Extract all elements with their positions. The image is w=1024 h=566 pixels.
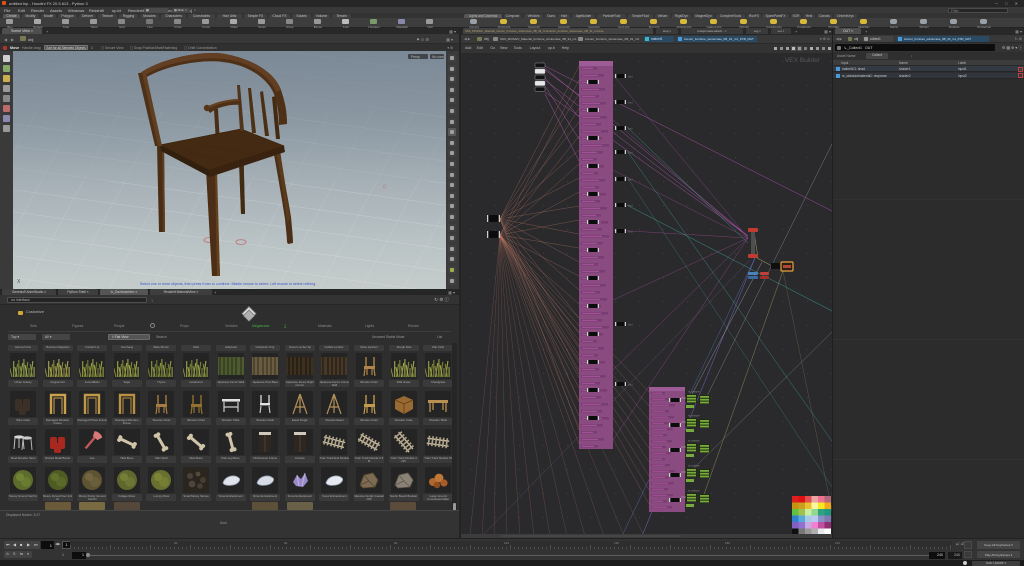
svg-text:rs_texture: rs_texture: [688, 464, 700, 468]
svg-text:bind: bind: [628, 231, 633, 234]
svg-text:rs_texture: rs_texture: [688, 390, 700, 394]
svg-text:bind: bind: [628, 205, 633, 208]
svg-text:rs_texture: rs_texture: [688, 489, 700, 493]
svg-text:bind: bind: [628, 179, 633, 182]
svg-text:No cam: No cam: [432, 55, 444, 59]
svg-text:bind: bind: [628, 384, 633, 387]
svg-text:bind: bind: [628, 76, 633, 79]
svg-text:bind: bind: [628, 324, 633, 327]
svg-text:rs_texture: rs_texture: [688, 439, 700, 443]
svg-text:rs_texture: rs_texture: [688, 414, 700, 418]
svg-text:Select one or more objects, th: Select one or more objects, then press E…: [140, 282, 316, 286]
svg-text:bind: bind: [628, 102, 633, 105]
svg-text:bind: bind: [628, 128, 633, 131]
svg-text:Persp: Persp: [411, 55, 420, 59]
svg-text:bind: bind: [628, 152, 633, 155]
svg-text:VEX Builder: VEX Builder: [785, 57, 821, 64]
